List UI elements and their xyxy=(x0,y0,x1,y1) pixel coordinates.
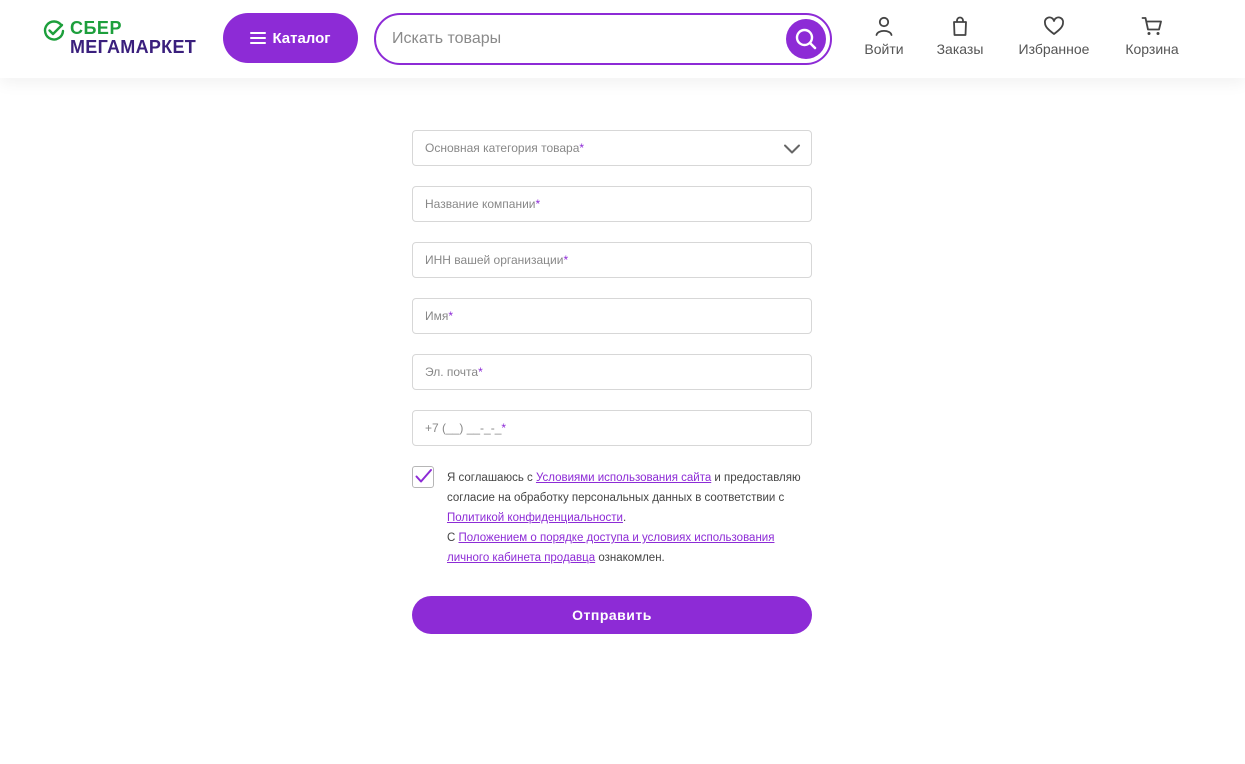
email-placeholder: Эл. почта* xyxy=(425,365,483,379)
catalog-button-label: Каталог xyxy=(272,29,331,47)
name-field[interactable]: Имя* xyxy=(412,298,812,334)
terms-of-use-link[interactable]: Условиями использования сайта xyxy=(536,472,711,484)
nav-cart[interactable]: Корзина xyxy=(1120,14,1184,64)
privacy-policy-link[interactable]: Политикой конфиденциальности xyxy=(447,512,623,524)
consent-text-part: . xyxy=(622,512,627,524)
email-field[interactable]: Эл. почта* xyxy=(412,354,812,390)
search-input[interactable] xyxy=(392,25,772,53)
shopping-bag-icon xyxy=(953,16,967,36)
nav-login[interactable]: Войти xyxy=(858,14,910,64)
consent-text-part: Я соглашаюсь с xyxy=(447,472,536,484)
phone-placeholder-text: +7 (__) __-_-_ xyxy=(425,421,502,435)
logo-line-megamarket: МЕГАМАРКЕТ xyxy=(70,37,197,57)
category-select[interactable]: Основная категория товара* xyxy=(412,130,812,166)
inn-field[interactable]: ИНН вашей организации* xyxy=(412,242,812,278)
company-placeholder-text: Название компании xyxy=(425,197,536,211)
search-bar xyxy=(374,13,832,65)
heart-icon xyxy=(1044,16,1064,35)
search-icon xyxy=(795,28,817,50)
phone-field[interactable]: +7 (__) __-_-_* xyxy=(412,410,812,446)
category-placeholder-text: Основная категория товара xyxy=(425,141,580,155)
required-mark: * xyxy=(563,253,569,267)
consent-text-part: ознакомлен. xyxy=(595,552,665,564)
required-mark: * xyxy=(579,141,585,155)
chevron-down-icon xyxy=(784,144,800,154)
search-button[interactable] xyxy=(786,19,826,59)
menu-icon xyxy=(250,32,267,44)
sber-logo-icon xyxy=(43,20,65,41)
email-placeholder-text: Эл. почта xyxy=(425,365,479,379)
submit-button[interactable]: Отправить xyxy=(412,596,812,634)
nav-orders-label: Заказы xyxy=(936,41,984,57)
catalog-button[interactable]: Каталог xyxy=(223,13,358,63)
name-placeholder-text: Имя xyxy=(425,309,449,323)
inn-placeholder: ИНН вашей организации* xyxy=(425,253,568,267)
nav-favorites[interactable]: Избранное xyxy=(1012,14,1096,64)
consent-text: Я соглашаюсь с Условиями использования с… xyxy=(447,468,817,568)
name-placeholder: Имя* xyxy=(425,309,453,323)
required-mark: * xyxy=(448,309,454,323)
site-header: СБЕР МЕГАМАРКЕТ Каталог Войти Заказы xyxy=(0,0,1245,78)
inn-placeholder-text: ИНН вашей организации xyxy=(425,253,564,267)
sbermegamarket-logo[interactable]: СБЕР МЕГАМАРКЕТ xyxy=(42,19,212,59)
nav-orders[interactable]: Заказы xyxy=(932,14,988,64)
category-placeholder: Основная категория товара* xyxy=(425,141,584,155)
required-mark: * xyxy=(501,421,507,435)
cart-icon xyxy=(1141,17,1162,35)
nav-cart-label: Корзина xyxy=(1125,41,1179,57)
company-placeholder: Название компании* xyxy=(425,197,540,211)
phone-placeholder: +7 (__) __-_-_* xyxy=(425,421,506,435)
nav-favorites-label: Избранное xyxy=(1018,41,1090,57)
required-mark: * xyxy=(478,365,483,379)
nav-login-label: Войти xyxy=(864,41,904,57)
checkmark-icon xyxy=(415,469,432,483)
required-mark: * xyxy=(535,197,541,211)
user-icon xyxy=(875,16,893,36)
consent-text-part: С xyxy=(447,532,459,544)
company-name-field[interactable]: Название компании* xyxy=(412,186,812,222)
logo-line-sber: СБЕР xyxy=(70,18,122,38)
consent-checkbox[interactable] xyxy=(412,466,434,488)
